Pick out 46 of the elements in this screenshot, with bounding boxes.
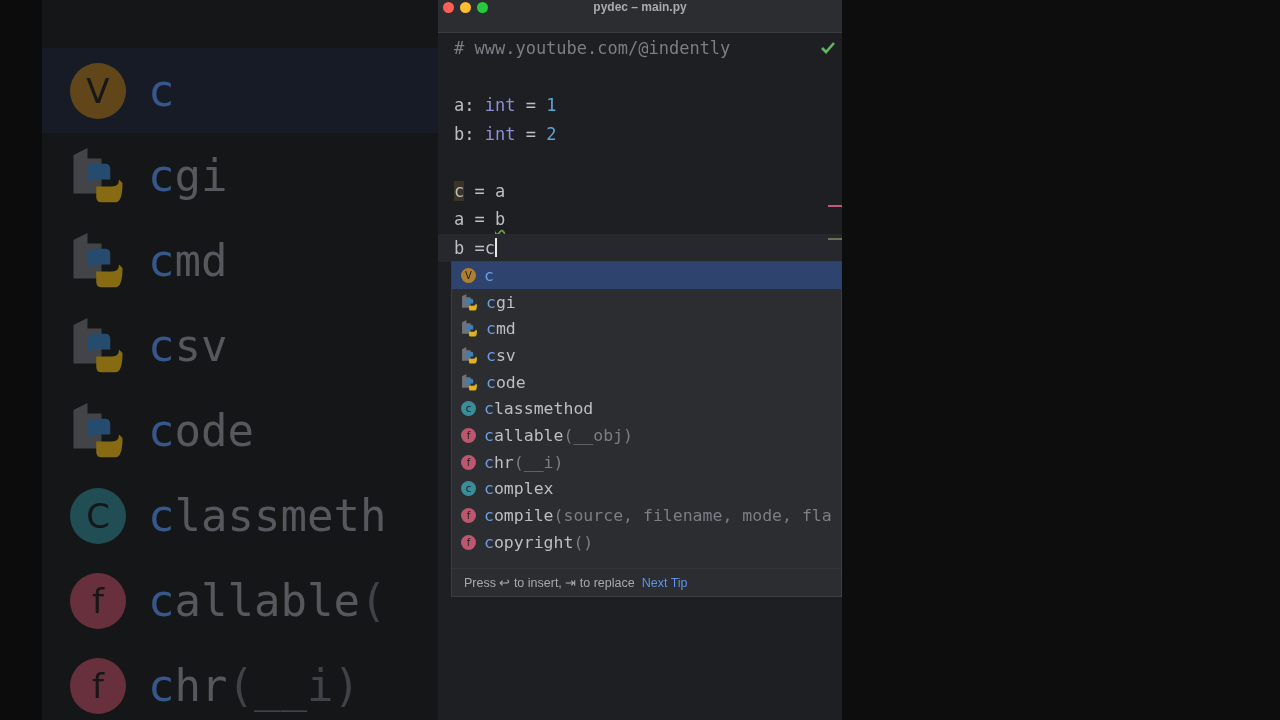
function-badge-icon: f xyxy=(461,508,476,524)
completion-item[interactable]: c classmethod xyxy=(452,395,841,423)
next-tip-link[interactable]: Next Tip xyxy=(641,575,688,590)
code-line: c = a xyxy=(454,180,506,201)
completion-item[interactable]: csv xyxy=(452,342,841,369)
blurred-suggestion: V c xyxy=(42,48,438,133)
completion-item[interactable]: cgi xyxy=(452,288,841,316)
completion-item[interactable]: f copyright() xyxy=(452,528,841,556)
completion-item[interactable]: f callable(__obj) xyxy=(452,422,841,449)
code-line: a: int = 1 xyxy=(454,95,557,116)
function-badge-icon: f xyxy=(461,534,476,550)
window-title: pydec – main.py xyxy=(593,0,687,16)
checkmark-icon xyxy=(821,42,835,54)
class-badge-icon: c xyxy=(461,481,476,497)
python-file-icon xyxy=(461,293,478,311)
blurred-suggestion: csv xyxy=(42,303,438,388)
maximize-button[interactable] xyxy=(477,2,488,13)
function-badge-icon: f xyxy=(461,454,476,470)
function-badge-icon: f xyxy=(70,657,126,714)
python-file-icon xyxy=(461,346,478,364)
function-badge-icon: f xyxy=(461,427,476,443)
function-badge-icon: f xyxy=(70,572,126,629)
code-line: b =c xyxy=(454,237,497,258)
class-badge-icon: C xyxy=(70,487,126,544)
blurred-suggestion: code xyxy=(42,388,438,473)
completion-item[interactable]: cmd xyxy=(452,315,841,343)
close-button[interactable] xyxy=(443,2,454,13)
variable-badge-icon: V xyxy=(70,62,126,119)
blurred-suggestion: f callable( xyxy=(42,558,438,643)
code-line: a = b xyxy=(454,209,506,230)
python-file-icon xyxy=(461,320,478,338)
completion-item[interactable]: f compile(source, filename, mode, fla xyxy=(452,502,841,529)
minimize-button[interactable] xyxy=(460,2,471,13)
completion-item[interactable]: f chr(__i) xyxy=(452,448,841,476)
blurred-suggestion: cmd xyxy=(42,218,438,303)
code-line: # www.youtube.com/@indently xyxy=(454,38,731,59)
class-badge-icon: c xyxy=(461,401,476,417)
completion-item[interactable]: V c xyxy=(452,262,841,289)
blurred-suggestion: C classmeth xyxy=(42,473,438,558)
python-file-icon xyxy=(461,373,478,391)
code-line: b: int = 2 xyxy=(454,123,557,144)
blurred-suggestion: cgi xyxy=(42,133,438,218)
completion-item[interactable]: code xyxy=(452,368,841,396)
hint-text: Press ↩ to insert, ⇥ to replace xyxy=(464,575,635,590)
variable-badge-icon: V xyxy=(461,267,476,283)
completion-item[interactable]: c complex xyxy=(452,475,841,503)
